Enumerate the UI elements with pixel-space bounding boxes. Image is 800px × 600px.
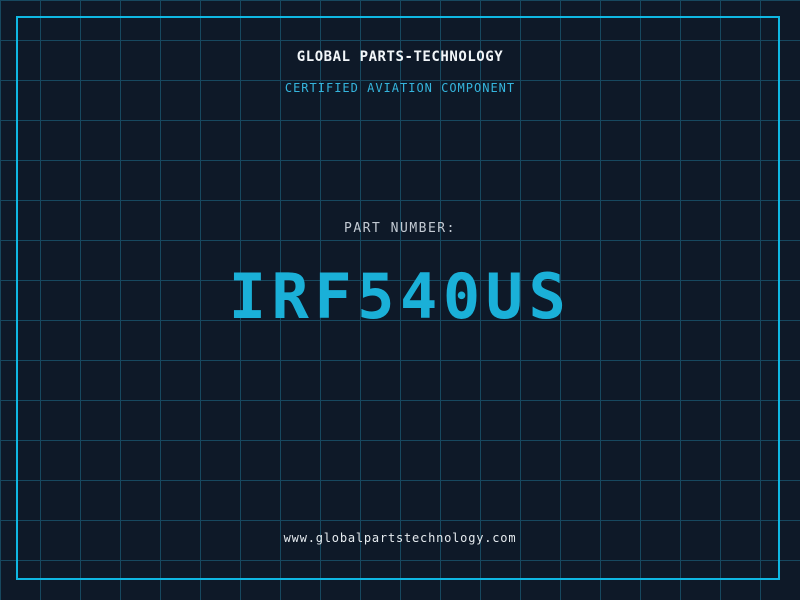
website-url: www.globalpartstechnology.com [283,531,517,545]
brand-subtitle: CERTIFIED AVIATION COMPONENT [284,81,516,95]
label-screen: GLOBAL PARTS-TECHNOLOGY CERTIFIED AVIATI… [0,0,800,600]
part-number-value: IRF540US [228,260,572,333]
part-number-label: PART NUMBER: [344,221,456,236]
brand-title: GLOBAL PARTS-TECHNOLOGY [296,49,504,65]
